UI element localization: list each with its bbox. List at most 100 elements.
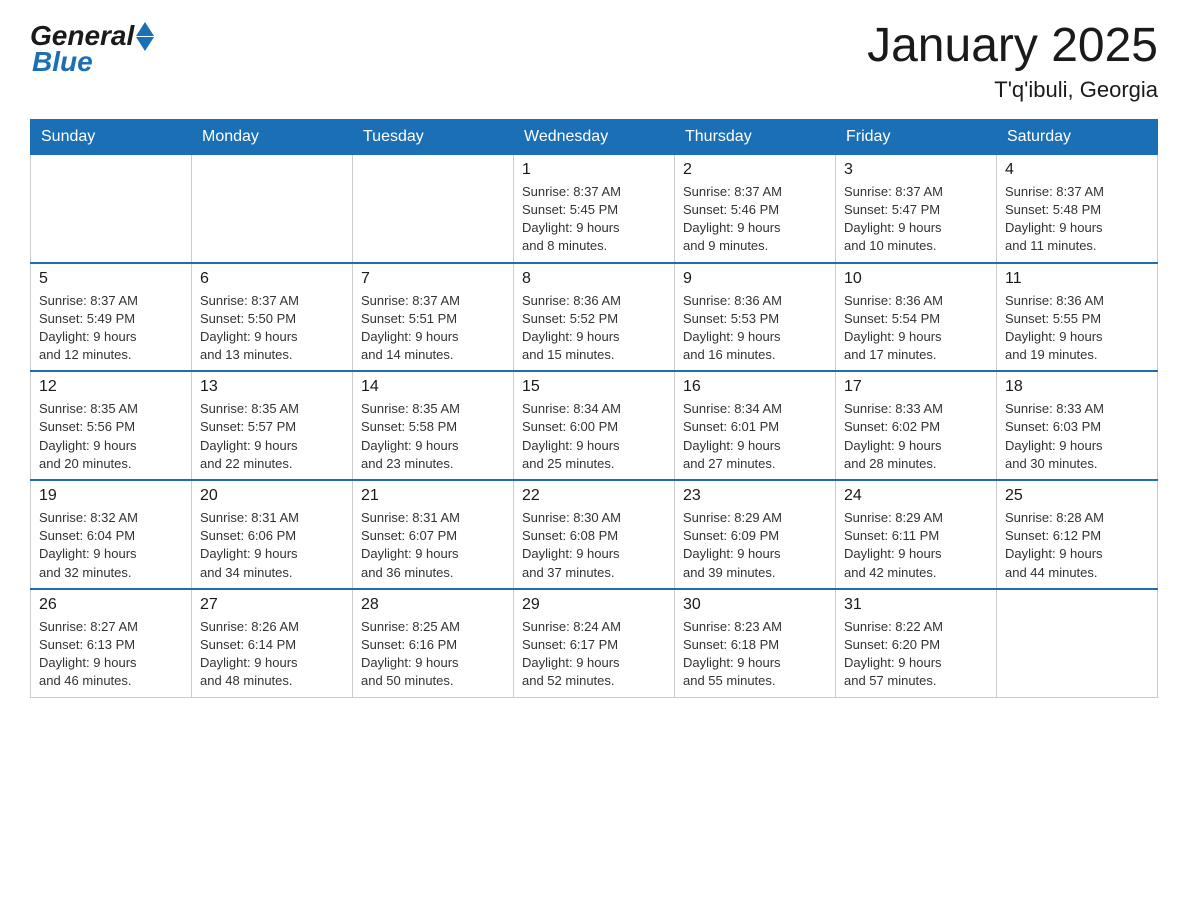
calendar-week-row: 26 Sunrise: 8:27 AMSunset: 6:13 PMDayligh…: [31, 589, 1158, 697]
calendar-cell: 19Sunrise: 8:32 AMSunset: 6:04 PMDayligh…: [31, 480, 192, 589]
day-number: 8: [522, 270, 666, 288]
calendar-header-day: Thursday: [675, 119, 836, 154]
calendar-cell: [192, 154, 353, 262]
day-info: Sunrise: 8:25 AMSunset: 6:16 PMDaylight:…: [361, 618, 505, 691]
calendar-cell: 4Sunrise: 8:37 AMSunset: 5:48 PMDaylight…: [997, 154, 1158, 262]
calendar-header-day: Sunday: [31, 119, 192, 154]
day-number: 15: [522, 378, 666, 396]
day-info: Sunrise: 8:28 AMSunset: 6:12 PMDaylight:…: [1005, 509, 1149, 582]
day-number: 29: [522, 596, 666, 614]
calendar-cell: 14 Sunrise: 8:35 AMSunset: 5:58 PMDayligh…: [353, 371, 514, 480]
day-number: 25: [1005, 487, 1149, 505]
title-area: January 2025 T'q'ibuli, Georgia: [867, 20, 1158, 103]
calendar-cell: 11 Sunrise: 8:36 AMSunset: 5:55 PMDayligh…: [997, 263, 1158, 372]
day-number: 10: [844, 270, 988, 288]
day-number: 26: [39, 596, 183, 614]
calendar-header-day: Tuesday: [353, 119, 514, 154]
calendar-header-day: Saturday: [997, 119, 1158, 154]
day-info: Sunrise: 8:31 AMSunset: 6:06 PMDaylight:…: [200, 509, 344, 582]
calendar-cell: 16 Sunrise: 8:34 AMSunset: 6:01 PMDayligh…: [675, 371, 836, 480]
day-number: 13: [200, 378, 344, 396]
day-number: 14: [361, 378, 505, 396]
day-info: Sunrise: 8:26 AMSunset: 6:14 PMDaylight:…: [200, 618, 344, 691]
calendar-week-row: 19Sunrise: 8:32 AMSunset: 6:04 PMDayligh…: [31, 480, 1158, 589]
calendar-cell: 1 Sunrise: 8:37 AMSunset: 5:45 PMDaylight…: [514, 154, 675, 262]
calendar-header-day: Friday: [836, 119, 997, 154]
calendar-cell: 23 Sunrise: 8:29 AMSunset: 6:09 PMDayligh…: [675, 480, 836, 589]
day-number: 31: [844, 596, 988, 614]
day-number: 11: [1005, 270, 1149, 288]
calendar-cell: 28 Sunrise: 8:25 AMSunset: 6:16 PMDayligh…: [353, 589, 514, 697]
day-number: 20: [200, 487, 344, 505]
logo: General Blue: [30, 20, 154, 78]
day-number: 6: [200, 270, 344, 288]
calendar-cell: [31, 154, 192, 262]
logo-blue-text: Blue: [32, 46, 93, 78]
calendar-header-day: Wednesday: [514, 119, 675, 154]
location: T'q'ibuli, Georgia: [867, 77, 1158, 103]
day-number: 19: [39, 487, 183, 505]
calendar-cell: 18 Sunrise: 8:33 AMSunset: 6:03 PMDayligh…: [997, 371, 1158, 480]
day-info: Sunrise: 8:35 AMSunset: 5:56 PMDaylight:…: [39, 400, 183, 473]
calendar-cell: 15 Sunrise: 8:34 AMSunset: 6:00 PMDayligh…: [514, 371, 675, 480]
day-info: Sunrise: 8:22 AMSunset: 6:20 PMDaylight:…: [844, 618, 988, 691]
day-info: Sunrise: 8:37 AMSunset: 5:50 PMDaylight:…: [200, 292, 344, 365]
calendar-cell: 22Sunrise: 8:30 AMSunset: 6:08 PMDayligh…: [514, 480, 675, 589]
day-number: 21: [361, 487, 505, 505]
calendar-cell: 6 Sunrise: 8:37 AMSunset: 5:50 PMDaylight…: [192, 263, 353, 372]
day-info: Sunrise: 8:37 AMSunset: 5:49 PMDaylight:…: [39, 292, 183, 365]
calendar-cell: 9 Sunrise: 8:36 AMSunset: 5:53 PMDaylight…: [675, 263, 836, 372]
calendar-cell: 13 Sunrise: 8:35 AMSunset: 5:57 PMDayligh…: [192, 371, 353, 480]
day-info: Sunrise: 8:31 AMSunset: 6:07 PMDaylight:…: [361, 509, 505, 582]
month-title: January 2025: [867, 20, 1158, 73]
calendar-cell: 10 Sunrise: 8:36 AMSunset: 5:54 PMDayligh…: [836, 263, 997, 372]
calendar-cell: 30 Sunrise: 8:23 AMSunset: 6:18 PMDayligh…: [675, 589, 836, 697]
day-number: 23: [683, 487, 827, 505]
day-number: 24: [844, 487, 988, 505]
day-info: Sunrise: 8:37 AMSunset: 5:51 PMDaylight:…: [361, 292, 505, 365]
day-info: Sunrise: 8:34 AMSunset: 6:01 PMDaylight:…: [683, 400, 827, 473]
day-number: 17: [844, 378, 988, 396]
day-info: Sunrise: 8:27 AMSunset: 6:13 PMDaylight:…: [39, 618, 183, 691]
day-number: 5: [39, 270, 183, 288]
day-number: 12: [39, 378, 183, 396]
day-number: 30: [683, 596, 827, 614]
calendar-cell: 20 Sunrise: 8:31 AMSunset: 6:06 PMDayligh…: [192, 480, 353, 589]
day-number: 27: [200, 596, 344, 614]
day-info: Sunrise: 8:29 AMSunset: 6:11 PMDaylight:…: [844, 509, 988, 582]
calendar-cell: 8Sunrise: 8:36 AMSunset: 5:52 PMDaylight…: [514, 263, 675, 372]
calendar-week-row: 5 Sunrise: 8:37 AMSunset: 5:49 PMDaylight…: [31, 263, 1158, 372]
day-info: Sunrise: 8:29 AMSunset: 6:09 PMDaylight:…: [683, 509, 827, 582]
day-info: Sunrise: 8:37 AMSunset: 5:45 PMDaylight:…: [522, 183, 666, 256]
calendar-cell: 2 Sunrise: 8:37 AMSunset: 5:46 PMDaylight…: [675, 154, 836, 262]
day-info: Sunrise: 8:34 AMSunset: 6:00 PMDaylight:…: [522, 400, 666, 473]
day-number: 4: [1005, 161, 1149, 179]
day-info: Sunrise: 8:35 AMSunset: 5:58 PMDaylight:…: [361, 400, 505, 473]
day-info: Sunrise: 8:37 AMSunset: 5:46 PMDaylight:…: [683, 183, 827, 256]
day-info: Sunrise: 8:37 AMSunset: 5:47 PMDaylight:…: [844, 183, 988, 256]
header: General Blue January 2025 T'q'ibuli, Geo…: [30, 20, 1158, 103]
day-info: Sunrise: 8:36 AMSunset: 5:53 PMDaylight:…: [683, 292, 827, 365]
calendar-cell: 26 Sunrise: 8:27 AMSunset: 6:13 PMDayligh…: [31, 589, 192, 697]
day-info: Sunrise: 8:36 AMSunset: 5:54 PMDaylight:…: [844, 292, 988, 365]
calendar-header-row: SundayMondayTuesdayWednesdayThursdayFrid…: [31, 119, 1158, 154]
calendar: SundayMondayTuesdayWednesdayThursdayFrid…: [30, 119, 1158, 698]
day-info: Sunrise: 8:33 AMSunset: 6:03 PMDaylight:…: [1005, 400, 1149, 473]
day-info: Sunrise: 8:23 AMSunset: 6:18 PMDaylight:…: [683, 618, 827, 691]
day-info: Sunrise: 8:36 AMSunset: 5:55 PMDaylight:…: [1005, 292, 1149, 365]
day-info: Sunrise: 8:24 AMSunset: 6:17 PMDaylight:…: [522, 618, 666, 691]
calendar-cell: 17 Sunrise: 8:33 AMSunset: 6:02 PMDayligh…: [836, 371, 997, 480]
day-number: 9: [683, 270, 827, 288]
day-number: 2: [683, 161, 827, 179]
day-number: 28: [361, 596, 505, 614]
day-number: 18: [1005, 378, 1149, 396]
day-number: 1: [522, 161, 666, 179]
calendar-cell: 29 Sunrise: 8:24 AMSunset: 6:17 PMDayligh…: [514, 589, 675, 697]
day-number: 22: [522, 487, 666, 505]
calendar-cell: 3Sunrise: 8:37 AMSunset: 5:47 PMDaylight…: [836, 154, 997, 262]
day-info: Sunrise: 8:35 AMSunset: 5:57 PMDaylight:…: [200, 400, 344, 473]
day-number: 16: [683, 378, 827, 396]
day-info: Sunrise: 8:33 AMSunset: 6:02 PMDaylight:…: [844, 400, 988, 473]
calendar-week-row: 12 Sunrise: 8:35 AMSunset: 5:56 PMDayligh…: [31, 371, 1158, 480]
calendar-cell: 31 Sunrise: 8:22 AMSunset: 6:20 PMDayligh…: [836, 589, 997, 697]
